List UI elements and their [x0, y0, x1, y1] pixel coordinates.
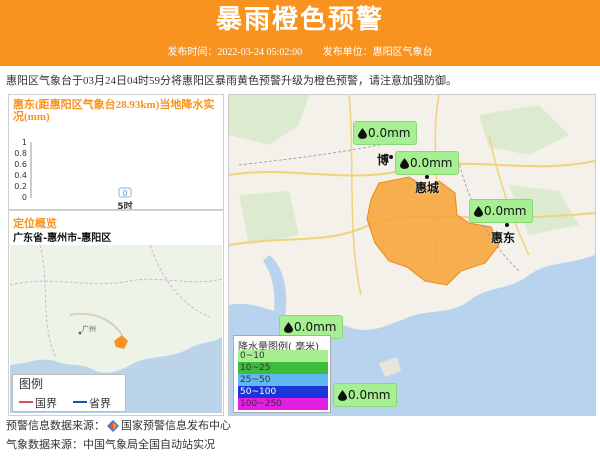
bar-value-label: 0 — [122, 189, 127, 198]
location-region: 广东省-惠州市-惠阳区 — [13, 233, 112, 244]
legend-province: 省界 — [89, 397, 111, 410]
legend-row: 0~10 — [238, 350, 328, 362]
svg-text:广州: 广州 — [82, 324, 96, 333]
y-tick-label: 0.6 — [14, 160, 27, 169]
boundary-legend: 图例 国界 省界 — [12, 374, 126, 412]
raindrop-icon — [474, 206, 483, 217]
y-tick-label: 0.8 — [14, 149, 27, 158]
publish-time: 发布时间：2022-03-24 05:02:00 — [167, 47, 303, 58]
station-rain-bubble[interactable]: 0.0mm — [353, 121, 418, 145]
city-dot — [505, 223, 509, 227]
station-rain-bubble[interactable]: 0.0mm — [333, 383, 398, 407]
publisher: 发布单位：惠阳区气象台 — [322, 47, 433, 58]
rainfall-chart: 1 0.8 0.6 0.4 0.2 0 0 5时 — [14, 138, 132, 209]
legend-row: 25~50 — [238, 374, 328, 386]
raindrop-icon — [358, 128, 367, 139]
legend-row: 10~25 — [238, 362, 328, 374]
rainfall-panel: 惠东(距惠阳区气象台28.93km)当地降水实况(mm) 1 0.8 0.6 0.4 0… — [8, 94, 224, 210]
warning-source: 预警信息数据来源： 国家预警信息发布中心 — [6, 419, 231, 432]
y-tick-label: 1 — [22, 138, 27, 147]
raindrop-icon — [338, 390, 347, 401]
country-line-swatch — [19, 401, 33, 403]
city-label: 惠东 — [491, 231, 516, 245]
city-label: 博 — [377, 153, 390, 167]
legend-country: 国界 — [35, 397, 57, 410]
warning-center-logo-icon — [107, 420, 119, 432]
legend-title: 图例 — [19, 377, 44, 391]
x-tick-label: 5时 — [117, 200, 132, 209]
warning-map[interactable]: 0.0mm 0.0mm 0.0mm 0.0mm 0.0mm 博 惠城 惠东 降水… — [228, 94, 596, 416]
raindrop-icon — [400, 158, 409, 169]
station-rain-bubble[interactable]: 0.0mm — [395, 151, 460, 175]
y-tick-label: 0.4 — [14, 171, 27, 180]
station-rain-bubble[interactable]: 0.0mm — [469, 199, 534, 223]
page-title: 暴雨橙色预警 — [215, 5, 384, 35]
province-line-swatch — [73, 401, 87, 403]
rainfall-legend: 降水量图例( 毫米) 0~10 10~25 25~50 50~100 100~2… — [233, 335, 331, 413]
weather-source: 气象数据来源：中国气象局全国自动站实况 — [6, 438, 215, 451]
raindrop-icon — [284, 322, 293, 333]
city-dot — [389, 155, 393, 159]
city-label: 惠城 — [415, 181, 440, 195]
legend-row: 50~100 — [238, 386, 328, 398]
legend-row: 100~250 — [238, 398, 328, 410]
warning-summary: 惠阳区气象台于03月24日04时59分将惠阳区暴雨黄色预警升级为橙色预警，请注意… — [6, 75, 457, 87]
y-tick-label: 0.2 — [14, 182, 27, 191]
y-tick-label: 0 — [22, 193, 27, 202]
meta-bar: 发布时间：2022-03-24 05:02:00 发布单位：惠阳区气象台 — [0, 40, 600, 66]
